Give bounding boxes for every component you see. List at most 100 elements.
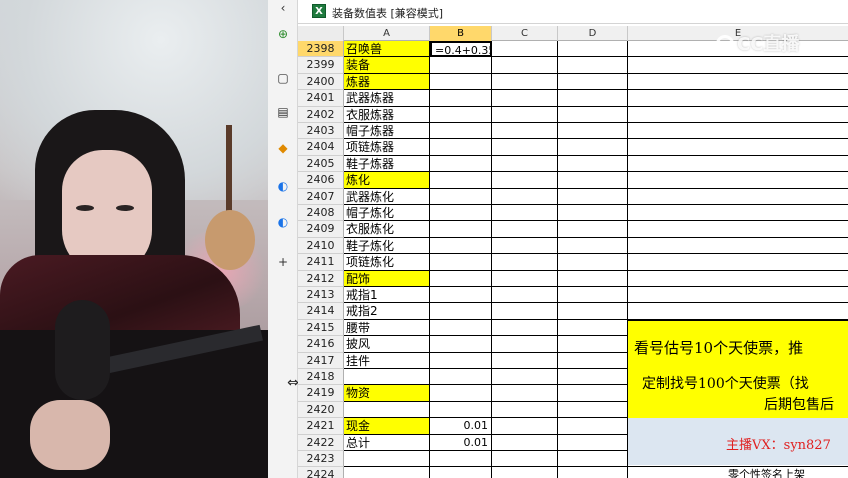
select-all-corner[interactable] [298, 26, 344, 41]
row-header[interactable]: 2410 [298, 237, 344, 255]
cell-e[interactable] [628, 271, 848, 287]
cell-a[interactable]: 帽子炼器 [344, 123, 430, 140]
cell-a[interactable]: 戒指1 [344, 287, 430, 304]
cell-c[interactable] [492, 336, 558, 353]
cell-e[interactable] [628, 287, 848, 304]
cell-b[interactable] [430, 237, 492, 255]
cell-b[interactable] [430, 287, 492, 304]
row-header[interactable]: 2400 [298, 73, 344, 91]
cell-b[interactable] [430, 90, 492, 107]
cell-e[interactable] [628, 221, 848, 238]
cell-c[interactable] [492, 418, 558, 435]
column-header-b[interactable]: B [430, 26, 492, 41]
browser-icon-2[interactable]: ◐ [275, 214, 291, 230]
cell-d[interactable] [558, 123, 628, 140]
cell-c[interactable] [492, 221, 558, 238]
row-header[interactable]: 2418 [298, 369, 344, 386]
cell-b[interactable] [430, 73, 492, 91]
cell-d[interactable] [558, 270, 628, 287]
cell-a[interactable]: 衣服炼化 [344, 221, 430, 238]
cell-d[interactable] [558, 106, 628, 123]
cell-b[interactable] [430, 467, 492, 478]
cell-c[interactable] [492, 352, 558, 369]
cell-d[interactable] [558, 369, 628, 386]
row-header[interactable]: 2402 [298, 106, 344, 123]
cell-d[interactable] [558, 467, 628, 478]
cell-b[interactable] [430, 336, 492, 353]
cell-b[interactable] [430, 188, 492, 205]
cell-e[interactable] [628, 238, 848, 255]
row-header[interactable]: 2398 [298, 41, 344, 58]
cell-c[interactable] [492, 385, 558, 402]
cell-a[interactable] [344, 401, 430, 419]
cell-d[interactable] [558, 336, 628, 353]
column-header-a[interactable]: A [344, 26, 430, 41]
cell-c[interactable] [492, 319, 558, 337]
cell-c[interactable] [492, 303, 558, 320]
cell-e[interactable] [628, 172, 848, 189]
document-icon[interactable]: ▤ [275, 104, 291, 120]
cell-d[interactable] [558, 73, 628, 91]
row-header[interactable]: 2416 [298, 336, 344, 353]
cell-a[interactable]: 腰带 [344, 319, 430, 337]
cell-c[interactable] [492, 205, 558, 222]
cell-e[interactable] [628, 139, 848, 156]
cell-d[interactable] [558, 385, 628, 402]
cell-b[interactable] [430, 123, 492, 140]
cell-a[interactable]: 项链炼化 [344, 254, 430, 271]
row-header[interactable]: 2401 [298, 90, 344, 107]
cell-c[interactable] [492, 172, 558, 189]
cell-b[interactable] [430, 385, 492, 402]
cell-c[interactable] [492, 401, 558, 419]
cell-e[interactable] [628, 57, 848, 74]
chevron-icon[interactable]: ‹ [275, 0, 291, 16]
cell-c[interactable] [492, 188, 558, 205]
column-header-d[interactable]: D [558, 26, 628, 41]
cell-c[interactable] [492, 155, 558, 173]
window-icon[interactable]: ▢ [275, 70, 291, 86]
row-header[interactable]: 2422 [298, 434, 344, 451]
cell-c[interactable] [492, 41, 558, 58]
cell-d[interactable] [558, 155, 628, 173]
cell-e[interactable] [628, 303, 848, 320]
row-header[interactable]: 2404 [298, 139, 344, 156]
row-header[interactable]: 2414 [298, 303, 344, 320]
cell-d[interactable] [558, 139, 628, 156]
cell-b[interactable] [430, 451, 492, 468]
cell-c[interactable] [492, 90, 558, 107]
cell-c[interactable] [492, 106, 558, 123]
cell-e[interactable] [628, 205, 848, 222]
row-header[interactable]: 2413 [298, 287, 344, 304]
cell-c[interactable] [492, 451, 558, 468]
cell-a[interactable]: 衣服炼器 [344, 106, 430, 123]
cell-c[interactable] [492, 287, 558, 304]
cell-c[interactable] [492, 434, 558, 451]
cell-e[interactable] [628, 74, 848, 91]
cell-d[interactable] [558, 41, 628, 58]
cell-b[interactable] [430, 303, 492, 320]
cell-d[interactable] [558, 57, 628, 74]
cell-d[interactable] [558, 287, 628, 304]
cell-c[interactable] [492, 369, 558, 386]
cell-d[interactable] [558, 451, 628, 468]
cell-d[interactable] [558, 254, 628, 271]
cell-d[interactable] [558, 188, 628, 205]
cell-b[interactable] [430, 172, 492, 189]
cell-d[interactable] [558, 205, 628, 222]
cell-b[interactable] [430, 369, 492, 386]
cell-b[interactable] [430, 254, 492, 271]
cell-a[interactable] [344, 369, 430, 386]
cell-a[interactable]: 武器炼器 [344, 90, 430, 107]
cell-d[interactable] [558, 352, 628, 369]
column-header-c[interactable]: C [492, 26, 558, 41]
cell-a[interactable]: 现金 [344, 418, 430, 435]
cell-c[interactable] [492, 237, 558, 255]
cell-a[interactable] [344, 467, 430, 478]
cell-a[interactable]: 装备 [344, 57, 430, 74]
cell-a[interactable]: 鞋子炼器 [344, 155, 430, 173]
cell-a[interactable]: 召唤兽 [344, 41, 430, 58]
row-header[interactable]: 2399 [298, 57, 344, 74]
row-header[interactable]: 2423 [298, 451, 344, 468]
active-cell-editor[interactable]: =0.4+0.35+ [430, 41, 492, 58]
cell-a[interactable]: 披风 [344, 336, 430, 353]
